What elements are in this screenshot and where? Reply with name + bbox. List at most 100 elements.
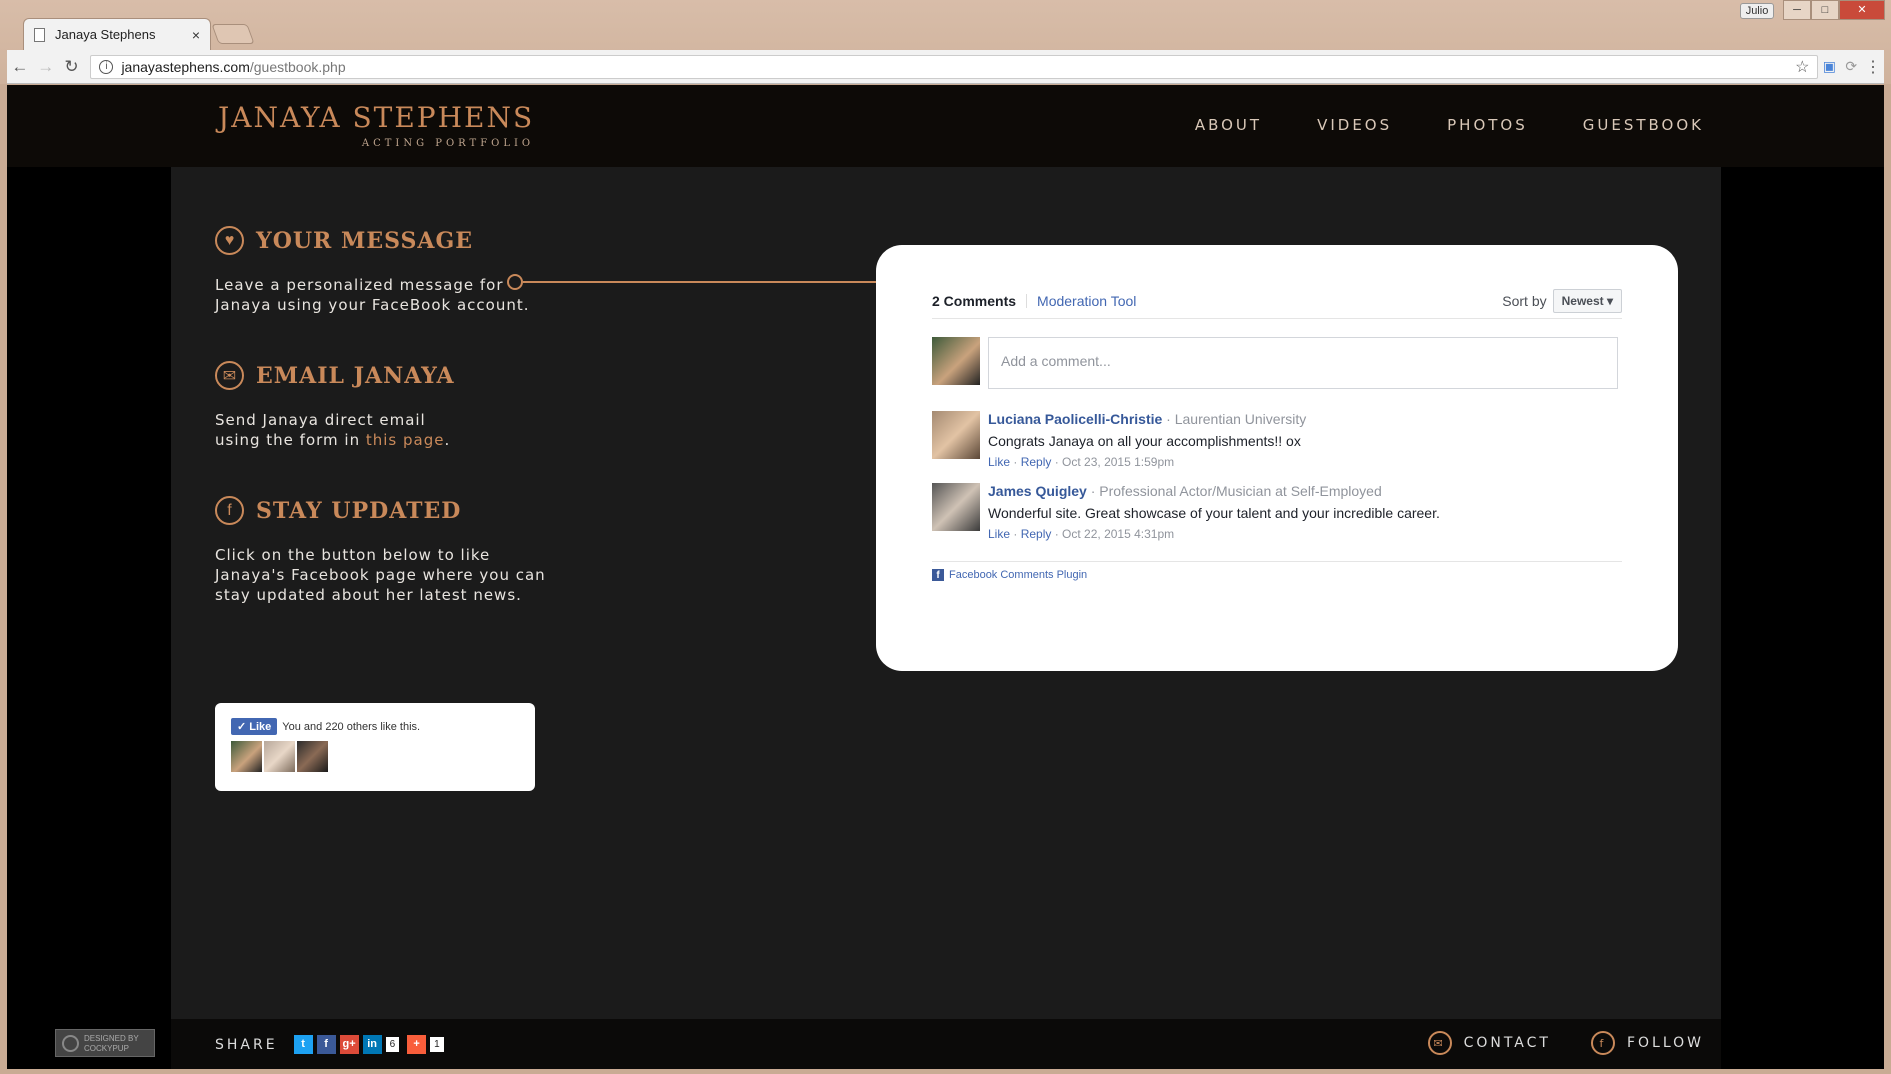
friend-avatar[interactable] — [297, 741, 328, 772]
section-text: Send Janaya direct email using the form … — [215, 410, 455, 450]
google-plus-share-icon[interactable]: g+ — [339, 1035, 359, 1054]
like-link[interactable]: Like — [988, 455, 1010, 469]
contact-link[interactable]: ✉ CONTACT — [1427, 1031, 1551, 1055]
url-path: /guestbook.php — [249, 58, 346, 75]
comment-item: Luciana Paolicelli-Christie · Laurentian… — [932, 411, 1622, 469]
envelope-icon: ✉ — [1427, 1031, 1452, 1055]
facebook-comments-widget: 2 Comments Moderation Tool Sort by Newes… — [876, 245, 1678, 671]
addthis-share-icon[interactable]: + — [407, 1035, 427, 1054]
section-stay-updated: f STAY UPDATED Click on the button below… — [215, 496, 546, 605]
back-icon[interactable]: ← — [7, 57, 33, 77]
browser-menu-icon[interactable]: ⋮ — [1862, 57, 1884, 77]
like-link[interactable]: Like — [988, 527, 1010, 541]
facebook-icon: f — [1590, 1031, 1615, 1055]
current-user-avatar — [932, 337, 980, 385]
cockypup-logo-icon — [62, 1035, 79, 1052]
facebook-like-box: ✓ Like You and 220 others like this. — [215, 703, 535, 791]
section-email-janaya: ✉ EMAIL JANAYA Send Janaya direct email … — [215, 361, 455, 450]
sort-label: Sort by — [1502, 292, 1547, 309]
comment-date[interactable]: Oct 22, 2015 4:31pm — [1062, 527, 1174, 541]
minimize-icon[interactable]: ─ — [1783, 0, 1811, 20]
close-window-icon[interactable]: ✕ — [1839, 0, 1885, 20]
address-bar[interactable]: i janayastephens.com/guestbook.php ☆ — [90, 54, 1819, 79]
url-host: janayastephens.com — [121, 58, 250, 75]
logo-subtitle: ACTING PORTFOLIO — [361, 138, 535, 149]
add-comment-row: Add a comment... — [932, 337, 1622, 389]
sort-control: Sort by Newest ▾ — [1502, 288, 1622, 313]
friend-faces — [231, 741, 519, 772]
sync-extension-icon[interactable]: ⟳ — [1840, 58, 1862, 75]
like-button[interactable]: ✓ Like — [231, 718, 278, 735]
bookmark-star-icon[interactable]: ☆ — [1795, 57, 1809, 77]
tab-close-icon[interactable]: × — [192, 27, 200, 43]
new-tab-button[interactable] — [211, 24, 255, 44]
text-line: Janaya's Facebook page where you can — [215, 566, 546, 584]
commenter-avatar[interactable] — [932, 483, 980, 531]
nav-guestbook[interactable]: GUESTBOOK — [1583, 116, 1704, 134]
friend-avatar[interactable] — [264, 741, 295, 772]
linkedin-share-icon[interactable]: in — [362, 1035, 382, 1054]
contact-label: CONTACT — [1463, 1035, 1551, 1051]
comment-item: James Quigley · Professional Actor/Music… — [932, 483, 1622, 541]
comment-count: 2 Comments — [932, 292, 1017, 309]
friend-avatar[interactable] — [231, 741, 262, 772]
tab-title: Janaya Stephens — [55, 27, 156, 42]
like-button-label: Like — [249, 721, 272, 733]
sort-select[interactable]: Newest ▾ — [1552, 288, 1622, 313]
share-count: 1 — [430, 1037, 444, 1052]
twitter-share-icon[interactable]: t — [293, 1035, 313, 1054]
section-text: Leave a personalized message for Janaya … — [215, 275, 529, 315]
text-suffix: . — [444, 431, 451, 449]
share-count: 6 — [385, 1037, 400, 1052]
moderation-tool-link[interactable]: Moderation Tool — [1037, 293, 1136, 309]
reply-link[interactable]: Reply — [1021, 527, 1052, 541]
forward-icon[interactable]: → — [33, 57, 59, 77]
logo-name: JANAYA STEPHENS — [218, 101, 535, 134]
envelope-icon: ✉ — [215, 361, 244, 390]
window-controls: ─ □ ✕ — [1783, 0, 1885, 20]
commenter-avatar[interactable] — [932, 411, 980, 459]
reply-link[interactable]: Reply — [1021, 455, 1052, 469]
follow-link[interactable]: f FOLLOW — [1590, 1031, 1704, 1055]
text-line: Send Janaya direct email — [215, 411, 426, 429]
commenter-meta: · Professional Actor/Musician at Self-Em… — [1086, 483, 1382, 499]
heart-icon: ♥ — [215, 226, 244, 255]
comments-plugin-link[interactable]: Facebook Comments Plugin — [949, 569, 1087, 581]
comments-plugin-footer: f Facebook Comments Plugin — [932, 561, 1622, 581]
nav-about[interactable]: ABOUT — [1195, 116, 1262, 134]
browser-toolbar: ← → ↻ i janayastephens.com/guestbook.php… — [7, 50, 1884, 84]
section-text: Click on the button below to like Janaya… — [215, 545, 546, 605]
maximize-icon[interactable]: □ — [1811, 0, 1839, 20]
commenter-name[interactable]: James Quigley — [988, 483, 1087, 499]
site-logo[interactable]: JANAYA STEPHENS ACTING PORTFOLIO — [218, 101, 534, 149]
share-label: SHARE — [215, 1036, 278, 1053]
facebook-icon: f — [215, 496, 244, 525]
add-comment-input[interactable]: Add a comment... — [988, 337, 1618, 389]
footer-links: ✉ CONTACT f FOLLOW — [1427, 1031, 1704, 1055]
like-count-text: You and 220 others like this. — [282, 720, 421, 733]
section-title: EMAIL JANAYA — [256, 362, 455, 389]
commenter-name[interactable]: Luciana Paolicelli-Christie — [988, 411, 1162, 427]
designed-by-badge[interactable]: DESIGNED BY COCKYPUP — [55, 1029, 155, 1057]
browser-tab[interactable]: Janaya Stephens × — [23, 18, 211, 50]
info-icon[interactable]: i — [99, 59, 114, 74]
section-title: YOUR MESSAGE — [256, 227, 474, 254]
connector-line — [523, 281, 882, 283]
facebook-share-icon[interactable]: f — [316, 1035, 336, 1054]
page-icon — [34, 27, 45, 42]
site-header: JANAYA STEPHENS ACTING PORTFOLIO ABOUT V… — [7, 85, 1884, 167]
main-nav: ABOUT VIDEOS PHOTOS GUESTBOOK — [1195, 116, 1704, 134]
text-line: using the form in this page. — [215, 430, 455, 450]
reload-icon[interactable]: ↻ — [59, 57, 85, 77]
extension-icon[interactable]: ▣ — [1818, 58, 1840, 75]
profile-button[interactable]: Julio — [1740, 3, 1774, 19]
comment-text: Congrats Janaya on all your accomplishme… — [988, 433, 1301, 449]
comment-date[interactable]: Oct 23, 2015 1:59pm — [1062, 455, 1174, 469]
text-line: Janaya using your FaceBook account. — [215, 296, 530, 314]
nav-photos[interactable]: PHOTOS — [1447, 116, 1528, 134]
text-prefix: using the form in — [215, 431, 366, 449]
nav-videos[interactable]: VIDEOS — [1317, 116, 1392, 134]
browser-chrome: Janaya Stephens × Julio ─ □ ✕ ← → ↻ i ja… — [0, 0, 1891, 84]
text-line: Click on the button below to like — [215, 546, 491, 564]
this-page-link[interactable]: this page — [366, 431, 445, 449]
